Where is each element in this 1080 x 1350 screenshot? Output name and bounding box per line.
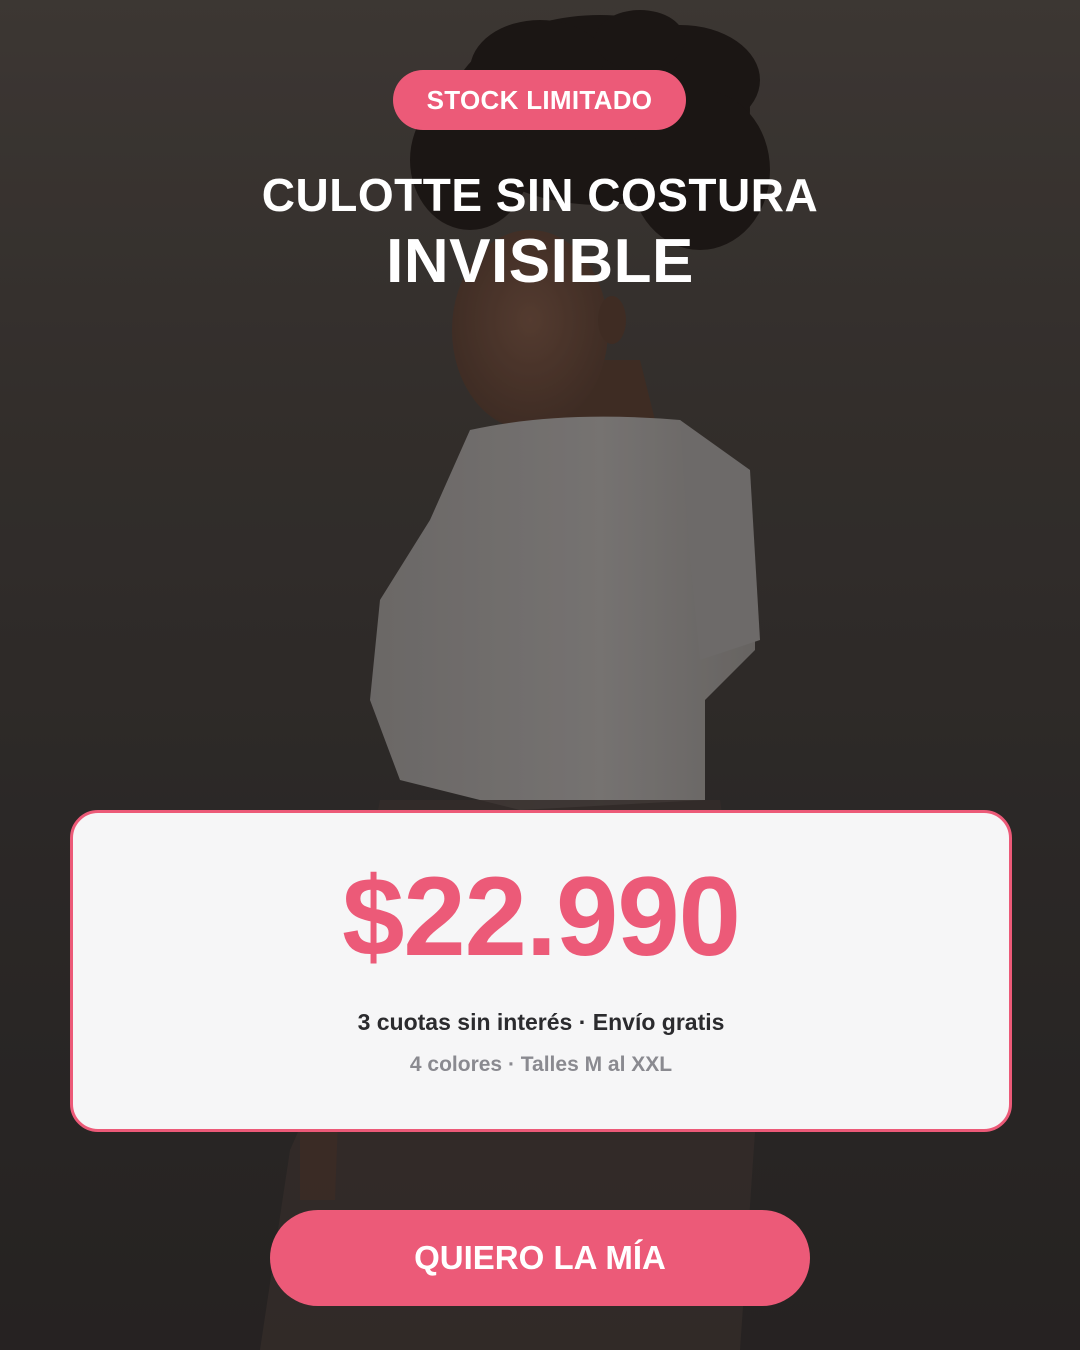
product-title: CULOTTE SIN COSTURA [261,169,819,221]
product-subtitle: INVISIBLE [386,227,694,296]
price-card: $22.990 3 cuotas sin interés · Envío gra… [70,810,1012,1132]
stock-limited-badge: STOCK LIMITADO [393,70,686,130]
buy-button[interactable]: QUIERO LA MÍA [270,1210,810,1306]
payment-terms: 3 cuotas sin interés · Envío gratis [357,1009,725,1035]
price-value: $22.990 [342,854,741,979]
product-details: 4 colores · Talles M al XXL [409,1053,673,1076]
